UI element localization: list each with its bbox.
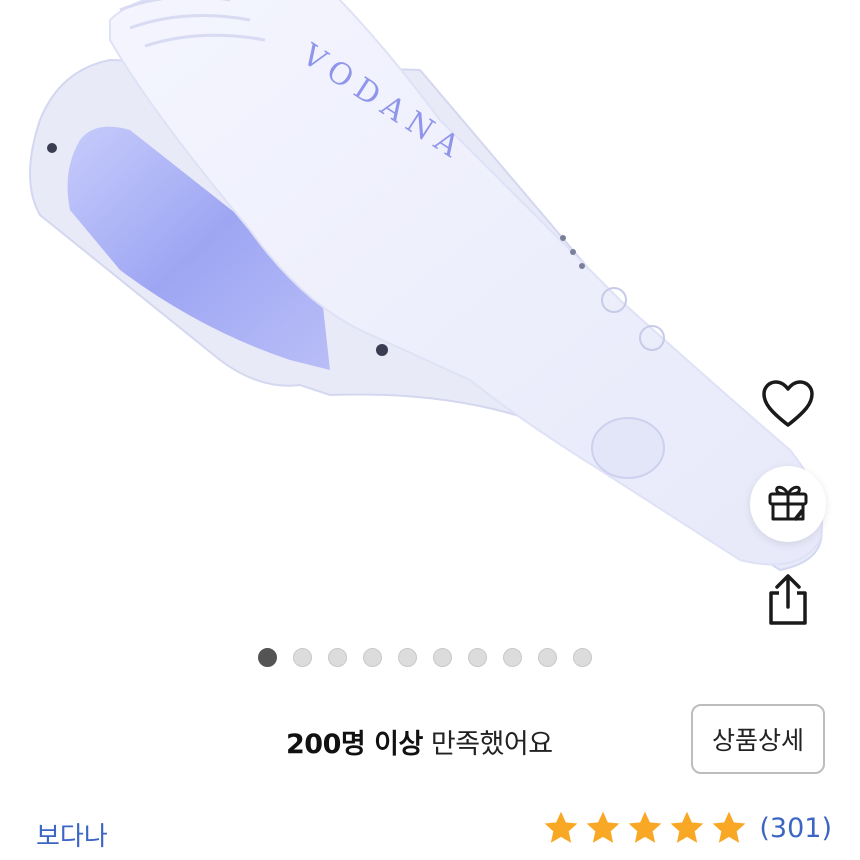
satisfaction-text: 200명 이상 만족했어요 bbox=[286, 722, 553, 761]
brand-link[interactable]: 보다나 bbox=[36, 816, 108, 853]
satisfaction-count: 200명 이상 bbox=[286, 729, 423, 760]
star-icon bbox=[587, 811, 620, 843]
carousel-dot[interactable] bbox=[433, 648, 452, 667]
carousel-dot[interactable] bbox=[573, 648, 592, 667]
product-detail-button[interactable]: 상품상세 bbox=[691, 704, 825, 774]
rating[interactable]: (301) bbox=[541, 808, 832, 848]
star-icon bbox=[713, 811, 746, 843]
star-icon bbox=[629, 811, 662, 843]
carousel-dot[interactable] bbox=[538, 648, 557, 667]
gift-button[interactable] bbox=[750, 466, 826, 542]
carousel-dot[interactable] bbox=[258, 648, 277, 667]
carousel-dot[interactable] bbox=[363, 648, 382, 667]
hair-curler-illustration: VODANA bbox=[29, 0, 823, 572]
review-count[interactable]: (301) bbox=[759, 813, 832, 844]
carousel-dot[interactable] bbox=[468, 648, 487, 667]
satisfaction-label: 만족했어요 bbox=[422, 729, 553, 760]
share-icon bbox=[763, 573, 813, 631]
star-rating bbox=[541, 808, 749, 848]
carousel-dot[interactable] bbox=[328, 648, 347, 667]
like-button[interactable] bbox=[750, 368, 826, 444]
carousel-dot[interactable] bbox=[398, 648, 417, 667]
star-icon bbox=[671, 811, 704, 843]
carousel-dot[interactable] bbox=[293, 648, 312, 667]
carousel-dots bbox=[0, 648, 860, 667]
heart-icon bbox=[760, 378, 816, 434]
gift-icon bbox=[765, 479, 811, 529]
carousel-dot[interactable] bbox=[503, 648, 522, 667]
star-icon bbox=[545, 811, 578, 843]
product-image[interactable]: VODANA bbox=[0, 0, 860, 640]
share-button[interactable] bbox=[750, 564, 826, 640]
